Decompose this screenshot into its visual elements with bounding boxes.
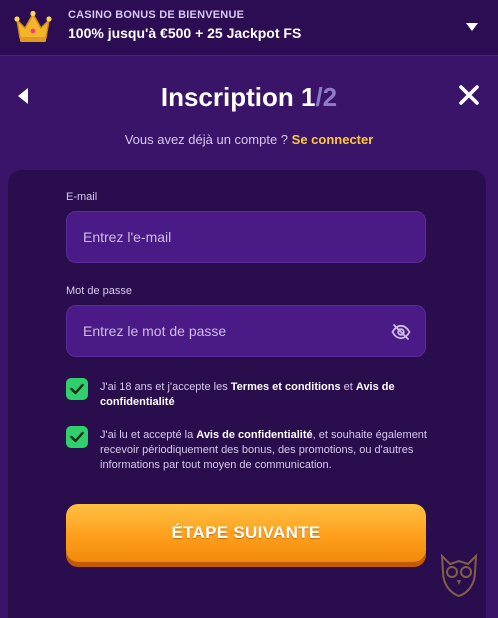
page-title: Inscription 1/2 bbox=[0, 82, 498, 113]
chevron-down-icon[interactable] bbox=[466, 22, 478, 32]
terms-text-before: J'ai 18 ans et j'accepte les bbox=[100, 381, 231, 393]
terms-text: J'ai 18 ans et j'accepte les Termes et c… bbox=[100, 380, 432, 410]
terms-text-and: et bbox=[340, 381, 356, 393]
password-field[interactable] bbox=[67, 306, 425, 356]
title-text: Inscription 1 bbox=[160, 82, 316, 112]
checkmark-icon bbox=[70, 383, 84, 395]
signup-form: E-mail Mot de passe J'ai 18 ans et j'acc… bbox=[8, 170, 486, 618]
bonus-banner[interactable]: CASINO BONUS DE BIENVENUE 100% jusqu'à €… bbox=[0, 0, 498, 56]
signup-header: Inscription 1/2 Vous avez déjà un compte… bbox=[0, 56, 498, 168]
email-field[interactable] bbox=[67, 212, 425, 262]
title-step-total: /2 bbox=[315, 82, 338, 112]
checkmark-icon bbox=[70, 431, 84, 443]
terms-link[interactable]: Termes et conditions bbox=[231, 381, 341, 393]
login-prompt-text: Vous avez déjà un compte ? bbox=[124, 132, 289, 147]
email-label: E-mail bbox=[66, 191, 98, 203]
marketing-checkbox[interactable] bbox=[66, 426, 88, 448]
close-icon[interactable] bbox=[458, 84, 480, 106]
banner-subtitle: CASINO BONUS DE BIENVENUE bbox=[68, 9, 245, 21]
password-field-wrapper bbox=[66, 305, 426, 357]
login-link[interactable]: Se connecter bbox=[292, 132, 374, 147]
next-step-button[interactable]: ÉTAPE SUIVANTE bbox=[66, 504, 426, 562]
banner-offer: 100% jusqu'à €500 + 25 Jackpot FS bbox=[68, 25, 302, 41]
owl-logo-icon bbox=[440, 553, 478, 598]
terms-checkbox[interactable] bbox=[66, 378, 88, 400]
eye-off-icon[interactable] bbox=[391, 322, 411, 342]
banner-text: CASINO BONUS DE BIENVENUE 100% jusqu'à €… bbox=[68, 9, 301, 41]
marketing-text-before: J'ai lu et accepté la bbox=[100, 429, 197, 441]
email-field-wrapper bbox=[66, 211, 426, 263]
crown-icon bbox=[14, 10, 52, 42]
marketing-text: J'ai lu et accepté la Avis de confidenti… bbox=[100, 428, 432, 473]
password-label: Mot de passe bbox=[66, 285, 133, 297]
login-prompt: Vous avez déjà un compte ? Se connecter bbox=[0, 132, 498, 147]
marketing-privacy-link[interactable]: Avis de confidentialité bbox=[196, 429, 312, 441]
